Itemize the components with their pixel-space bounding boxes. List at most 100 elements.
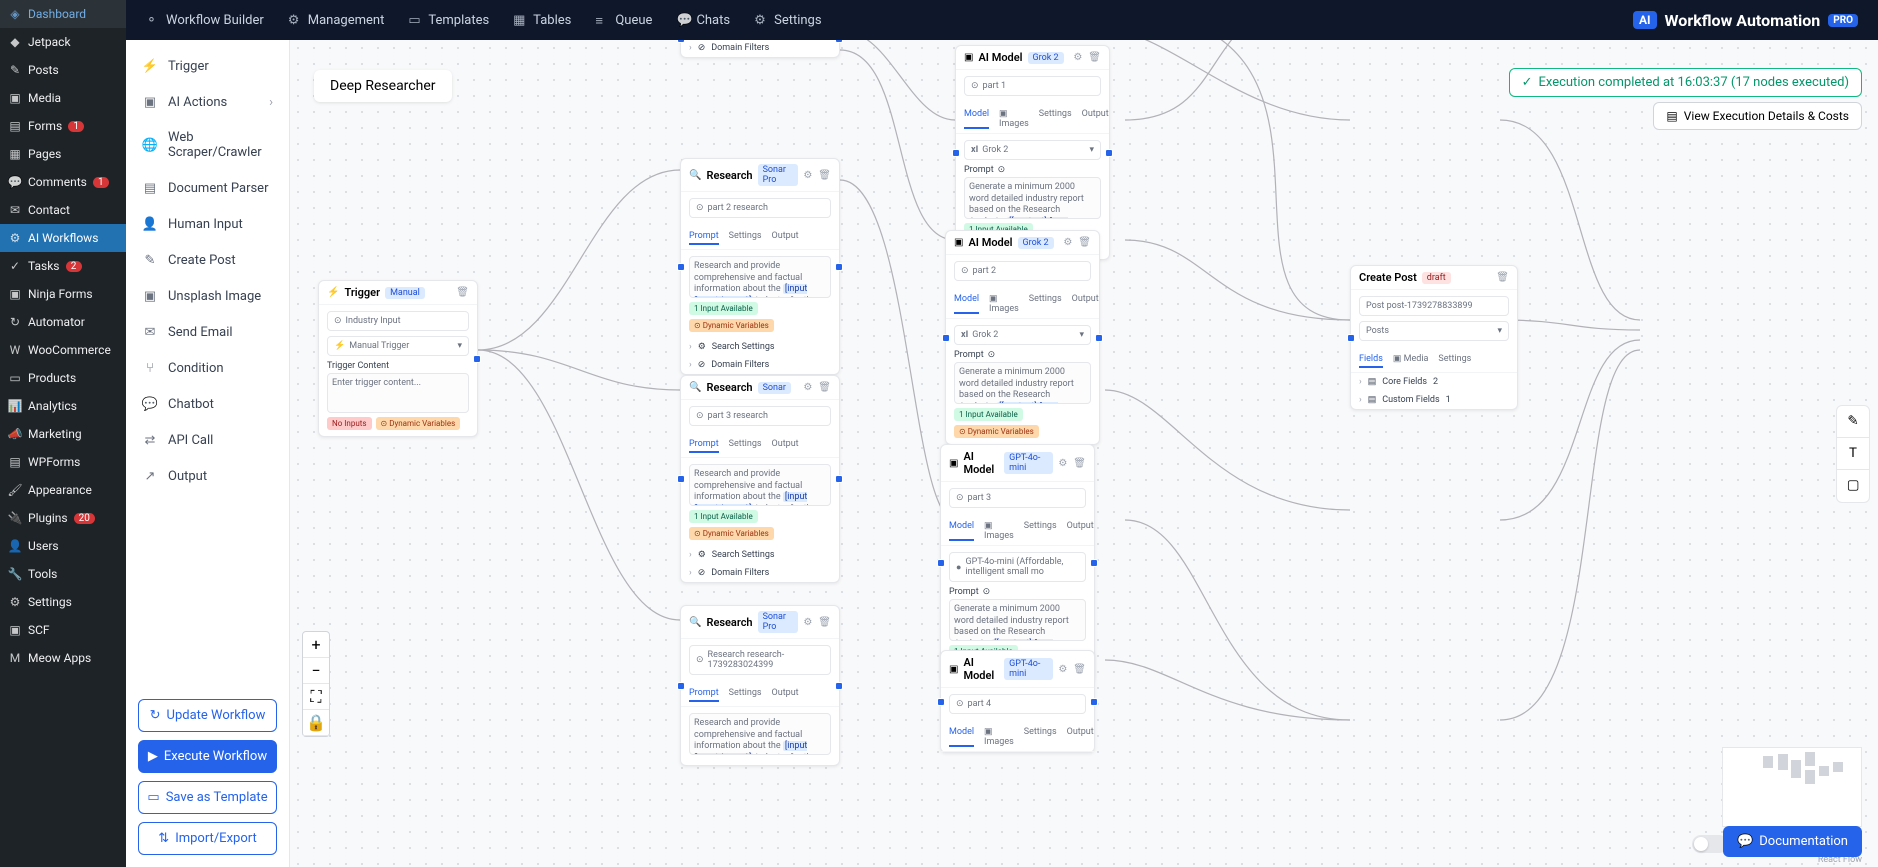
tab-settings[interactable]: Settings: [729, 231, 762, 245]
wp-menu-jetpack[interactable]: ◆Jetpack: [0, 28, 126, 56]
wp-menu-wpforms[interactable]: ▤WPForms: [0, 448, 126, 476]
documentation-button[interactable]: 💬 Documentation: [1723, 826, 1862, 857]
menu-label: WPForms: [28, 455, 80, 469]
import-export-button[interactable]: ⇅ Import/Export: [138, 822, 277, 855]
fit-view-button[interactable]: ⛶: [303, 684, 329, 710]
wp-menu-marketing[interactable]: 📣Marketing: [0, 420, 126, 448]
research-node-partial[interactable]: › ⚙ Search Settings › ⊘ Domain Filters: [680, 40, 840, 58]
main-area: ⚬Workflow Builder ⚙Management ▭Templates ▦T…: [126, 0, 1878, 867]
search-icon: 🔍: [689, 617, 701, 628]
edit-icon[interactable]: ✎: [1837, 406, 1869, 438]
delete-icon[interactable]: 🗑: [456, 287, 469, 298]
lock-button[interactable]: 🔒: [303, 710, 329, 736]
menu-label: Posts: [28, 63, 59, 77]
palette-web-scraper-crawler[interactable]: 🌐Web Scraper/Crawler: [126, 120, 289, 170]
shape-icon[interactable]: ▢: [1837, 470, 1869, 502]
trigger-content-input[interactable]: Enter trigger content...: [327, 373, 469, 413]
wp-menu-woocommerce[interactable]: WWooCommerce: [0, 336, 126, 364]
palette-chatbot[interactable]: 💬Chatbot: [126, 386, 289, 422]
palette-output[interactable]: ↗Output: [126, 458, 289, 494]
palette-api-call[interactable]: ⇄API Call: [126, 422, 289, 458]
wp-menu-contact[interactable]: ✉Contact: [0, 196, 126, 224]
wp-menu-tasks[interactable]: ✓Tasks2: [0, 252, 126, 280]
delete-icon[interactable]: 🗑: [818, 170, 831, 181]
wp-menu-automator[interactable]: ↻Automator: [0, 308, 126, 336]
ai-model-node-2[interactable]: ▣AI ModelGrok 2⚙ 🗑 ⊙ part 2 Model▣ Image…: [945, 230, 1100, 445]
palette-icon: 👤: [142, 216, 158, 232]
wp-menu-meow-apps[interactable]: MMeow Apps: [0, 644, 126, 672]
palette-human-input[interactable]: 👤Human Input: [126, 206, 289, 242]
zoom-out-button[interactable]: −: [303, 658, 329, 684]
ai-model-node-1[interactable]: ▣AI ModelGrok 2⚙ 🗑 ⊙ part 1 Model▣ Image…: [955, 45, 1110, 260]
wp-menu-analytics[interactable]: 📊Analytics: [0, 392, 126, 420]
wp-menu-ninja-forms[interactable]: ▣ Ninja Forms: [0, 280, 126, 308]
trigger-field[interactable]: ⊙ Industry Input: [327, 311, 469, 331]
execution-details-button[interactable]: ▤ View Execution Details & Costs: [1653, 102, 1862, 130]
search-icon: 🔍: [689, 170, 701, 181]
research-node-1[interactable]: 🔍ResearchSonar Pro⚙ 🗑 ⊙ part 2 research …: [680, 158, 840, 375]
ai-model-node-3[interactable]: ▣AI ModelGPT-4o-mini⚙ 🗑 ⊙ part 3 Model▣ …: [940, 444, 1095, 682]
trigger-icon: ⚡: [327, 287, 339, 298]
menu-icon: 📊: [8, 399, 22, 413]
palette-condition[interactable]: ⑂Condition: [126, 350, 289, 386]
menu-label: Plugins: [28, 511, 68, 525]
nav-tables[interactable]: ▦Tables: [513, 13, 571, 28]
palette-send-email[interactable]: ✉Send Email: [126, 314, 289, 350]
wp-menu-dashboard[interactable]: ◈Dashboard: [0, 0, 126, 28]
nav-queue[interactable]: ≡Queue: [595, 13, 652, 28]
execute-workflow-button[interactable]: ▶ Execute Workflow: [138, 740, 277, 773]
wp-menu-tools[interactable]: 🔧Tools: [0, 560, 126, 588]
palette-icon: 💬: [142, 396, 158, 412]
trigger-node[interactable]: ⚡TriggerManual🗑 ⊙ Industry Input ⚡ Manua…: [318, 280, 478, 437]
menu-label: Users: [28, 539, 59, 553]
wp-menu-posts[interactable]: ✎Posts: [0, 56, 126, 84]
palette-actions: ↻ Update Workflow ▶ Execute Workflow ▭ S…: [126, 687, 289, 867]
research-node-2[interactable]: 🔍ResearchSonar⚙ 🗑 ⊙ part 3 research Prom…: [680, 375, 840, 583]
brand: AI Workflow Automation PRO: [1633, 11, 1858, 30]
ai-model-node-4[interactable]: ▣AI ModelGPT-4o-mini⚙ 🗑 ⊙ part 4 Model▣ …: [940, 650, 1095, 753]
wp-menu-plugins[interactable]: 🔌Plugins20: [0, 504, 126, 532]
nav-settings[interactable]: ⚙Settings: [754, 13, 821, 28]
palette-ai-actions[interactable]: ▣AI Actions›: [126, 84, 289, 120]
palette-icon: ✎: [142, 252, 158, 268]
menu-icon: ✓: [8, 259, 22, 273]
workflow-canvas[interactable]: Deep Researcher ✓ Execution completed at…: [290, 40, 1878, 867]
minimap[interactable]: [1722, 747, 1862, 827]
tab-prompt[interactable]: Prompt: [689, 231, 719, 245]
palette-create-post[interactable]: ✎Create Post: [126, 242, 289, 278]
wp-menu-forms[interactable]: ▤Forms1: [0, 112, 126, 140]
wp-menu-ai-workflows[interactable]: ⚙AI Workflows: [0, 224, 126, 252]
palette-unsplash-image[interactable]: ▣Unsplash Image: [126, 278, 289, 314]
menu-icon: ▭: [8, 371, 22, 385]
wp-menu-media[interactable]: ▣Media: [0, 84, 126, 112]
ai-badge: AI: [1633, 11, 1657, 29]
menu-icon: ▣: [8, 287, 22, 301]
research-node-3[interactable]: 🔍ResearchSonar Pro⚙ 🗑 ⊙ Research researc…: [680, 605, 840, 766]
create-post-node[interactable]: Create Postdraft🗑 Post post-173927883389…: [1350, 265, 1518, 410]
wp-menu-pages[interactable]: ▦Pages: [0, 140, 126, 168]
wp-menu-comments[interactable]: 💬Comments1: [0, 168, 126, 196]
zoom-in-button[interactable]: +: [303, 632, 329, 658]
wp-menu-settings[interactable]: ⚙Settings: [0, 588, 126, 616]
nav-templates[interactable]: ▭Templates: [408, 13, 489, 28]
menu-icon: 📣: [8, 427, 22, 441]
wp-menu-products[interactable]: ▭Products: [0, 364, 126, 392]
tab-output[interactable]: Output: [772, 231, 799, 245]
gear-icon[interactable]: ⚙: [803, 170, 812, 181]
wp-menu-scf[interactable]: ▣SCF: [0, 616, 126, 644]
nav-workflow-builder[interactable]: ⚬Workflow Builder: [146, 13, 264, 28]
palette-trigger[interactable]: ⚡Trigger: [126, 48, 289, 84]
text-icon[interactable]: T: [1837, 438, 1869, 470]
palette-document-parser[interactable]: ▤Document Parser: [126, 170, 289, 206]
menu-label: WooCommerce: [28, 343, 111, 357]
wp-menu-users[interactable]: 👤Users: [0, 532, 126, 560]
nav-management[interactable]: ⚙Management: [288, 13, 385, 28]
wp-menu-appearance[interactable]: 🖌Appearance: [0, 476, 126, 504]
model-select[interactable]: xI Grok 2▾: [964, 140, 1101, 160]
trigger-type-select[interactable]: ⚡ Manual Trigger ▾: [327, 336, 469, 356]
menu-label: Ninja Forms: [28, 287, 93, 301]
update-workflow-button[interactable]: ↻ Update Workflow: [138, 699, 277, 732]
save-template-button[interactable]: ▭ Save as Template: [138, 781, 277, 814]
nav-icon: ⚬: [146, 13, 160, 27]
nav-chats[interactable]: 💬Chats: [676, 13, 730, 28]
